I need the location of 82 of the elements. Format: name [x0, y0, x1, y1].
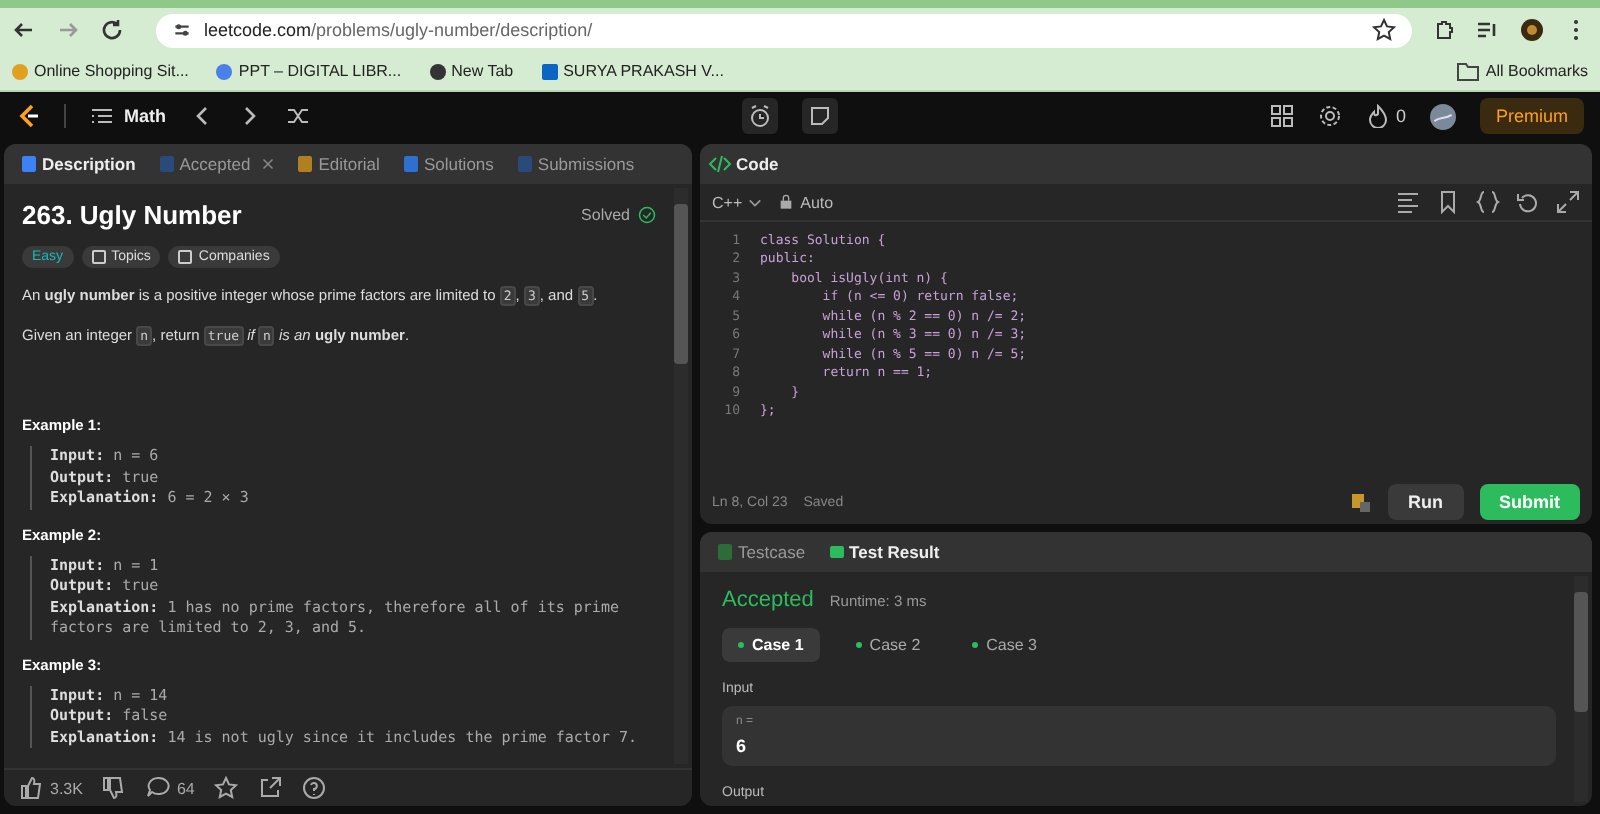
- media-icon[interactable]: [1476, 18, 1500, 42]
- panel-tab[interactable]: Editorial: [288, 154, 390, 174]
- thumbs-up-icon: [20, 776, 44, 800]
- settings-icon[interactable]: [1317, 104, 1342, 128]
- premium-button[interactable]: Premium: [1479, 98, 1584, 134]
- shuffle-icon[interactable]: [286, 104, 310, 128]
- all-bookmarks[interactable]: All Bookmarks: [1455, 61, 1588, 81]
- tab-icon: [298, 156, 313, 172]
- site-icon: [429, 63, 446, 79]
- panel-tab[interactable]: Testcase: [708, 542, 816, 562]
- code-title: Code: [736, 154, 779, 174]
- reset-icon[interactable]: [1516, 190, 1540, 214]
- language-select[interactable]: C++: [712, 193, 763, 211]
- panel-tab[interactable]: Accepted: [149, 154, 285, 174]
- lock-icon: [778, 194, 795, 210]
- site-icon: [216, 63, 233, 79]
- bookmark-icon[interactable]: [1436, 190, 1460, 214]
- streak-counter[interactable]: 0: [1365, 104, 1406, 128]
- expand-icon[interactable]: [1556, 190, 1580, 214]
- note-icon[interactable]: [801, 98, 838, 134]
- mode-select[interactable]: Auto: [778, 193, 834, 211]
- logo-icon[interactable]: [16, 102, 40, 130]
- scrollbar[interactable]: [1574, 576, 1588, 802]
- like-button[interactable]: 3.3K: [20, 776, 83, 800]
- braces-icon[interactable]: [1476, 190, 1500, 214]
- panel-tab[interactable]: Description: [12, 154, 146, 174]
- address-bar[interactable]: leetcode.com/problems/ugly-number/description/: [156, 13, 1412, 47]
- tab-icon: [718, 544, 732, 560]
- tab-icon: [159, 156, 174, 172]
- url-text: leetcode.com/problems/ugly-number/description/: [204, 20, 595, 40]
- profile-avatar-icon[interactable]: [1520, 18, 1544, 42]
- favorite-star-icon[interactable]: [214, 776, 239, 800]
- list-icon: [90, 104, 114, 128]
- layout-icon[interactable]: [1269, 104, 1294, 128]
- timer-icon[interactable]: [741, 98, 778, 134]
- format-icon[interactable]: [1396, 190, 1420, 214]
- close-icon[interactable]: [262, 158, 275, 170]
- reload-icon[interactable]: [100, 18, 124, 42]
- scrollbar[interactable]: [674, 188, 688, 764]
- status-dot: [738, 642, 744, 648]
- bookmark[interactable]: SURYA PRAKASH V...: [541, 62, 724, 80]
- problem-title: 263. Ugly Number: [22, 200, 244, 230]
- verdict: Accepted: [722, 588, 814, 612]
- tab-icon: [22, 156, 36, 172]
- extensions-icon[interactable]: [1432, 18, 1456, 42]
- comments-button[interactable]: 64: [146, 776, 195, 800]
- debug-icon[interactable]: [1348, 490, 1372, 514]
- bookmark[interactable]: Online Shopping Sit...: [12, 62, 189, 80]
- star-icon[interactable]: [1372, 18, 1396, 42]
- panel-tab[interactable]: Test Result: [819, 542, 950, 562]
- panel-tab[interactable]: Solutions: [393, 154, 504, 174]
- check-icon: [638, 206, 656, 224]
- dislike-icon[interactable]: [102, 776, 127, 800]
- code-icon: [708, 152, 732, 176]
- case-tab[interactable]: Case 3: [956, 628, 1054, 662]
- flame-icon: [1365, 104, 1390, 128]
- solved-status: Solved: [581, 206, 630, 224]
- variable-value: 6: [736, 736, 749, 756]
- case-tab[interactable]: Case 2: [839, 628, 937, 662]
- tab-icon: [829, 546, 844, 558]
- site-settings-icon[interactable]: [172, 20, 192, 40]
- tag-icon: [178, 250, 193, 264]
- problem-list-button[interactable]: Math: [90, 104, 166, 128]
- bookmark[interactable]: New Tab: [429, 62, 514, 80]
- share-icon[interactable]: [258, 776, 283, 800]
- tab-icon: [517, 156, 532, 172]
- chevron-down-icon: [748, 197, 763, 207]
- status-dot: [855, 642, 862, 648]
- bookmark[interactable]: PPT – DIGITAL LIBR...: [216, 62, 402, 80]
- panel-tab[interactable]: Submissions: [507, 154, 645, 174]
- site-icon: [541, 63, 558, 79]
- case-tab[interactable]: Case 1: [722, 628, 820, 662]
- tag-icon: [91, 250, 106, 264]
- help-icon[interactable]: [302, 776, 327, 800]
- site-icon: [12, 63, 28, 79]
- back-icon[interactable]: [12, 18, 36, 42]
- status-dot: [972, 642, 979, 648]
- folder-icon: [1455, 61, 1480, 81]
- user-avatar-icon[interactable]: [1429, 103, 1456, 129]
- comment-icon: [146, 776, 171, 800]
- run-button[interactable]: Run: [1388, 484, 1463, 520]
- tab-icon: [403, 156, 418, 172]
